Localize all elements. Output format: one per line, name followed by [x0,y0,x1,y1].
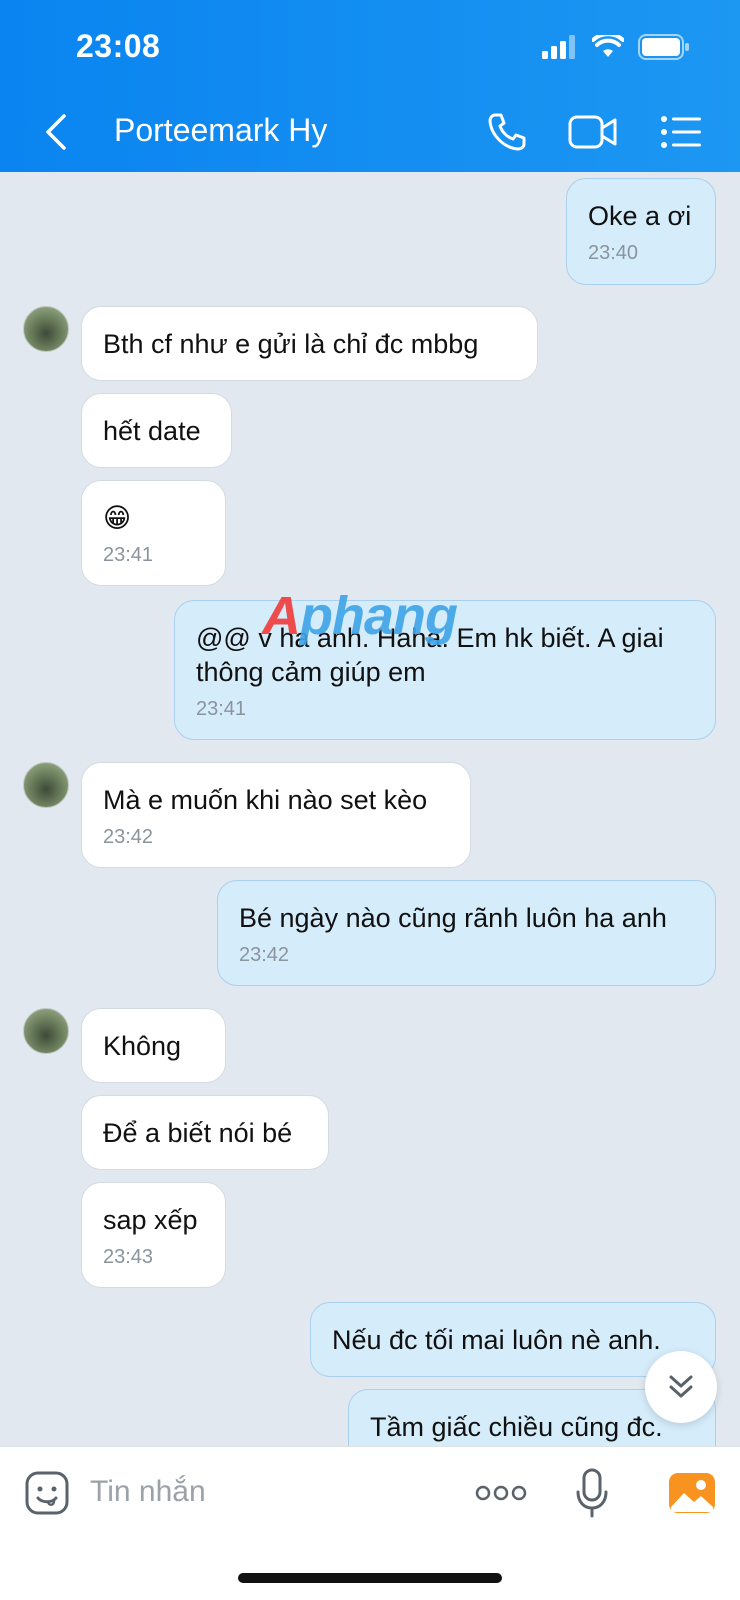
nav-bar: Porteemark Hy [0,100,740,164]
watermark-logo: Aphang [262,586,458,646]
message-text: Bé ngày nào cũng rãnh luôn ha anh [239,903,667,933]
home-indicator [238,1573,502,1583]
video-call-button[interactable] [568,108,618,156]
back-button[interactable] [40,110,76,154]
message-time: 23:40 [588,242,639,264]
sticker-button[interactable] [22,1467,72,1519]
image-icon [669,1473,715,1513]
more-button[interactable] [474,1467,528,1519]
emoji-grin: 😁 [103,503,132,533]
message-incoming[interactable]: Bth cf như e gửi là chỉ đc mbbg [81,306,538,381]
chevron-double-down-icon [669,1375,693,1398]
contact-name[interactable]: Porteemark Hy [114,112,327,149]
message-incoming[interactable]: Để a biết nói bé [81,1095,329,1170]
message-list[interactable]: Oke a ơi 23:40 Bth cf như e gửi là chỉ đ… [0,172,740,1446]
chat-header: 23:08 Porteemark Hy [0,0,740,172]
message-text: Không [103,1031,182,1061]
message-text: Mà e muốn khi nào set kèo [103,785,428,815]
message-time: 23:41 [196,698,247,720]
message-text: Bth cf như e gửi là chỉ đc mbbg [103,329,479,359]
options-button[interactable] [656,108,706,156]
message-incoming[interactable]: 😁 23:41 [81,480,226,586]
message-outgoing[interactable]: Oke a ơi 23:40 [566,178,716,285]
call-button[interactable] [482,108,532,156]
message-time: 23:43 [103,1246,154,1268]
message-time: 23:42 [239,944,290,966]
message-time: 23:41 [103,544,154,566]
message-incoming[interactable]: hết date [81,393,232,468]
menu-list-icon [661,116,701,148]
phone-icon [488,113,526,151]
message-text: Tầm giấc chiều cũng đc. [370,1412,663,1442]
scroll-to-bottom-button[interactable] [645,1351,717,1423]
avatar[interactable] [23,306,69,352]
message-text: hết date [103,416,201,446]
message-input[interactable]: Tin nhắn [90,1475,206,1509]
microphone-icon [576,1468,608,1518]
message-text: Oke a ơi [588,201,692,231]
message-incoming[interactable]: Không [81,1008,226,1083]
wifi-icon [592,35,624,57]
video-call-icon [568,115,617,149]
message-time: 23:42 [103,826,154,848]
sticker-icon [25,1471,69,1515]
voice-button[interactable] [574,1467,610,1519]
signal-icon [542,35,575,59]
message-incoming[interactable]: sap xếp 23:43 [81,1182,226,1288]
message-incoming[interactable]: Mà e muốn khi nào set kèo 23:42 [81,762,471,868]
more-icon [475,1485,527,1501]
message-text: sap xếp [103,1205,198,1235]
image-button[interactable] [668,1467,716,1519]
message-text: Để a biết nói bé [103,1118,293,1148]
back-arrow-icon [46,114,66,150]
status-icons [542,34,690,60]
message-text: Nếu đc tối mai luôn nè anh. [332,1325,661,1355]
avatar[interactable] [23,1008,69,1054]
message-outgoing[interactable]: Bé ngày nào cũng rãnh luôn ha anh 23:42 [217,880,716,986]
avatar[interactable] [23,762,69,808]
battery-icon [638,34,689,60]
status-time: 23:08 [76,28,161,64]
